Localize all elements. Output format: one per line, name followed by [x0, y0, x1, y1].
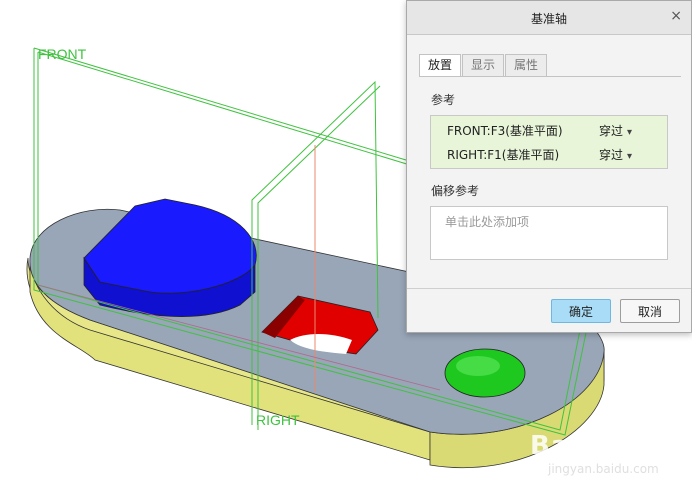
watermark-url: jingyan.baidu.com	[548, 462, 659, 476]
constraint-type-dropdown[interactable]: 穿过	[599, 121, 632, 143]
watermark-logo: Bai经验	[530, 431, 634, 461]
right-plane-label: RIGHT	[256, 412, 300, 428]
ok-button[interactable]: 确定	[551, 299, 611, 323]
references-list[interactable]: FRONT:F3(基准平面) 穿过 RIGHT:F1(基准平面) 穿过	[430, 115, 668, 169]
dialog-title: 基准轴	[530, 12, 567, 26]
tab-placement[interactable]: 放置	[419, 54, 462, 77]
close-icon[interactable]: ×	[670, 8, 682, 24]
tab-properties[interactable]: 属性	[505, 54, 548, 76]
reference-item[interactable]: RIGHT:F1(基准平面) 穿过	[447, 145, 659, 165]
placement-panel: 参考 FRONT:F3(基准平面) 穿过 RIGHT:F1(基准平面) 穿过 偏…	[419, 76, 681, 285]
reference-item[interactable]: FRONT:F3(基准平面) 穿过	[447, 121, 659, 141]
tab-bar: 放置 显示 属性	[419, 54, 548, 77]
offset-placeholder: 单击此处添加项	[445, 215, 530, 229]
dialog-titlebar[interactable]: 基准轴 ×	[407, 1, 691, 35]
cancel-button[interactable]: 取消	[620, 299, 680, 323]
reference-name: RIGHT:F1(基准平面)	[447, 148, 560, 162]
references-label: 参考	[431, 93, 456, 107]
constraint-type-dropdown[interactable]: 穿过	[599, 145, 632, 167]
front-plane-label: FRONT	[38, 46, 87, 62]
dialog-divider	[407, 288, 691, 289]
datum-axis-dialog: 基准轴 × 放置 显示 属性 参考 FRONT:F3(基准平面) 穿过 RIGH…	[406, 0, 692, 333]
offset-references-label: 偏移参考	[431, 184, 480, 198]
tab-display[interactable]: 显示	[462, 54, 505, 76]
reference-name: FRONT:F3(基准平面)	[447, 124, 563, 138]
offset-references-field[interactable]: 单击此处添加项	[430, 206, 668, 260]
